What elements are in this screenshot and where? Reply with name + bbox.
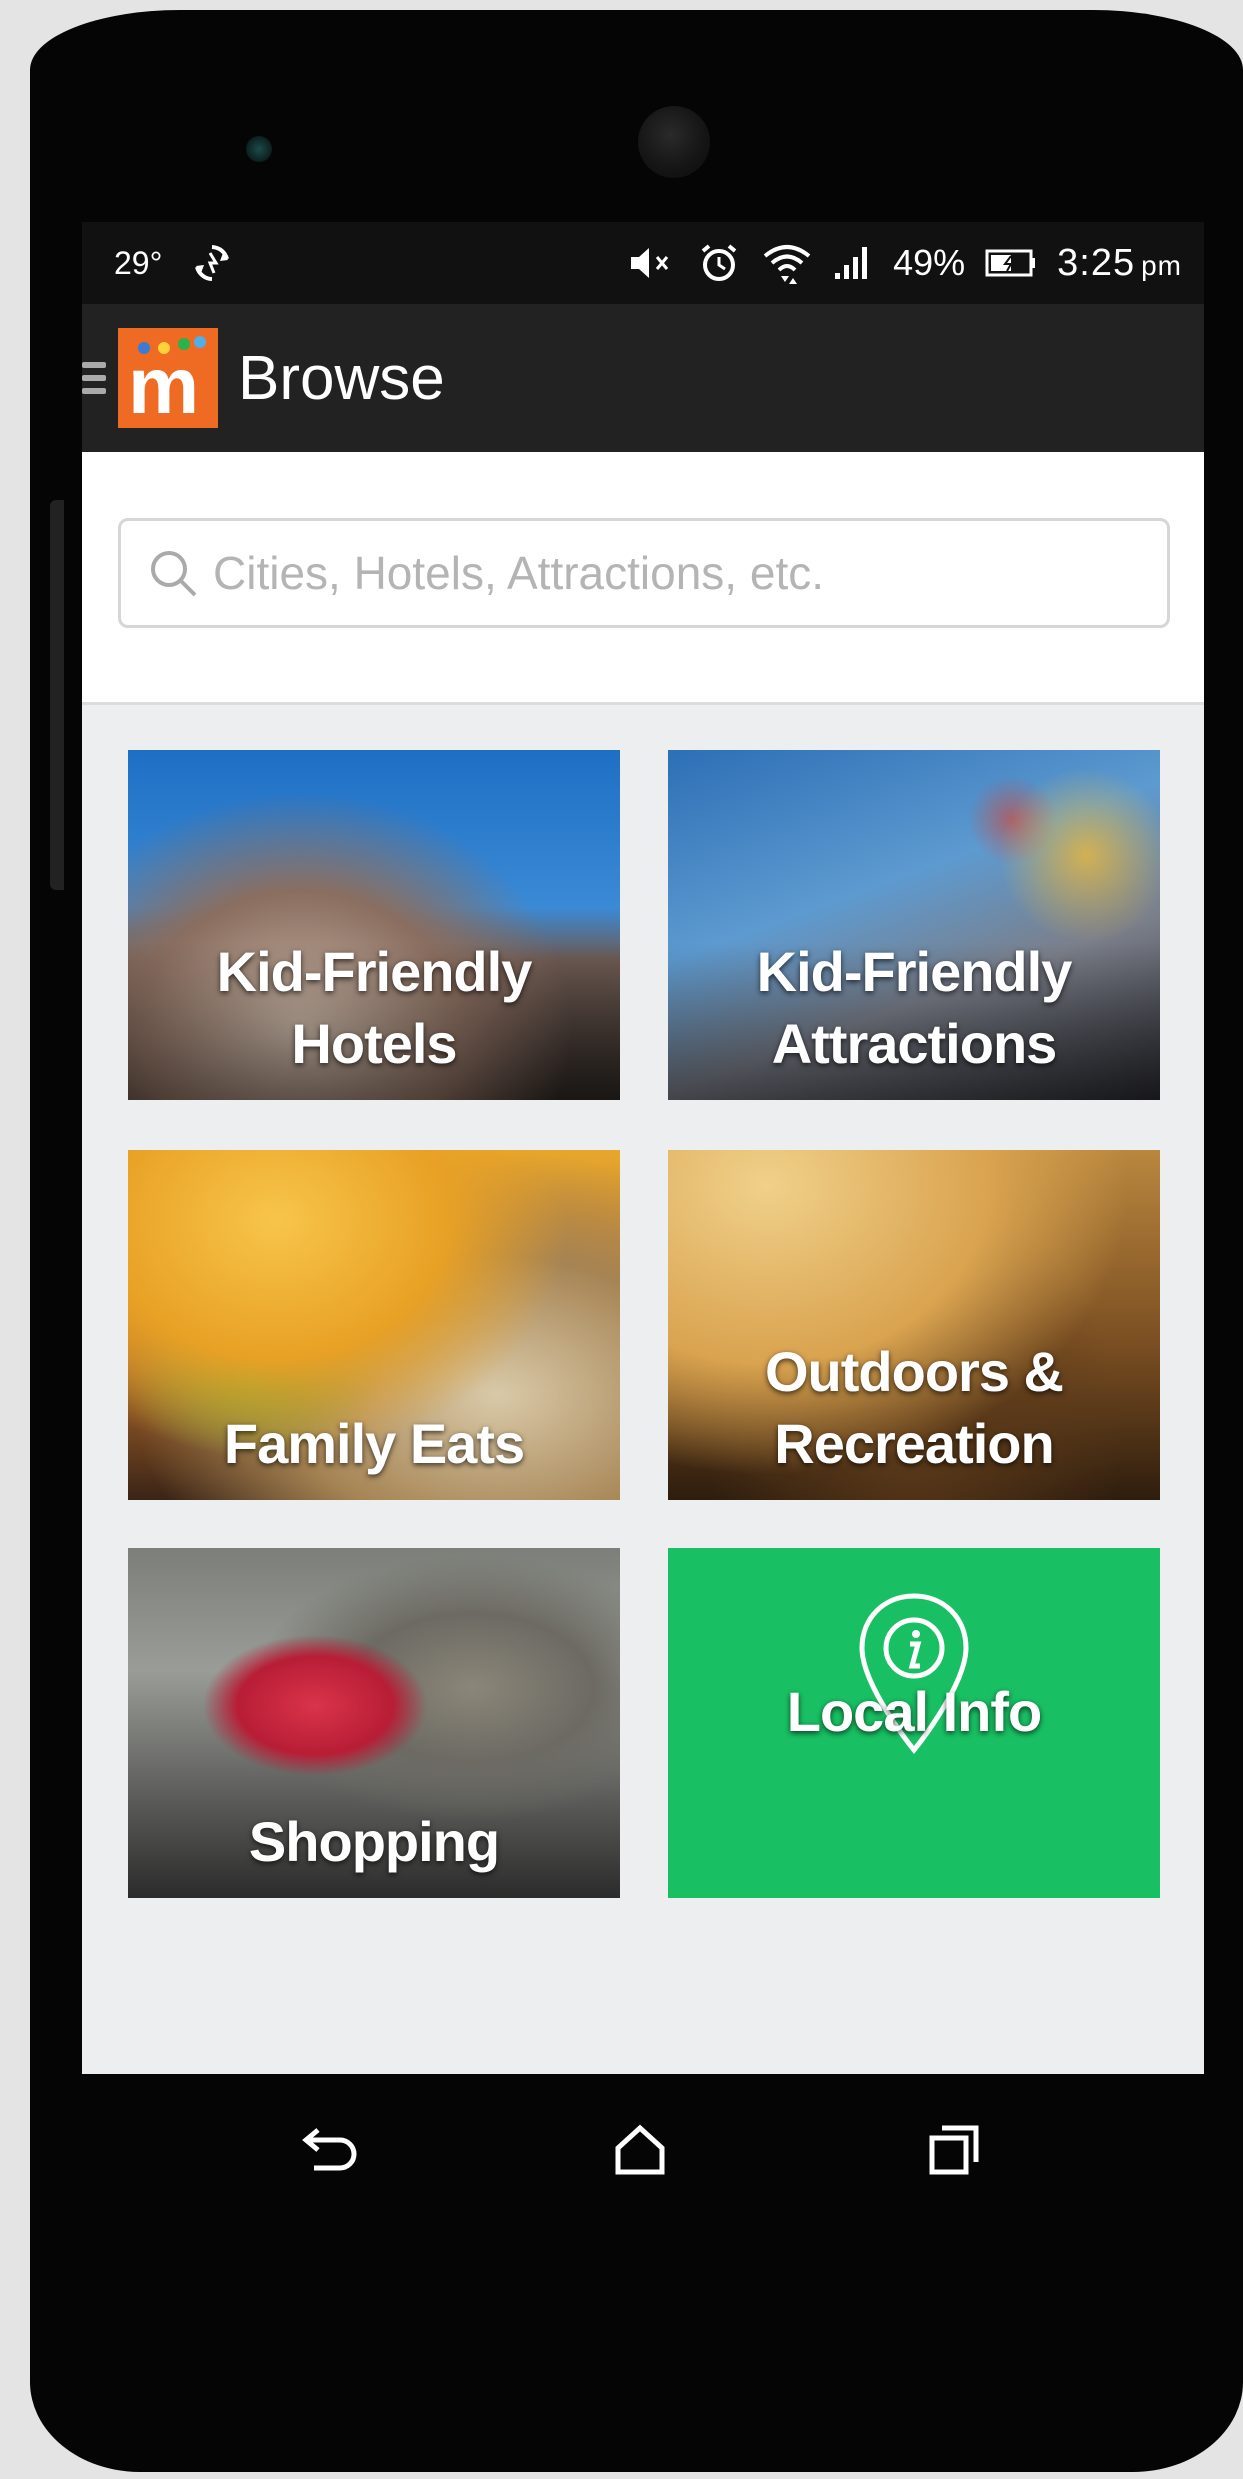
app-bar: m Browse xyxy=(82,304,1204,452)
tile-kid-friendly-attractions[interactable]: Kid-Friendly Attractions xyxy=(668,750,1160,1100)
tile-label: Kid-Friendly Hotels xyxy=(216,936,533,1080)
volume-button xyxy=(50,500,64,890)
home-icon[interactable] xyxy=(612,2122,668,2178)
search-icon xyxy=(151,551,197,597)
tile-family-eats[interactable]: Family Eats xyxy=(128,1150,620,1500)
tile-shopping[interactable]: Shopping xyxy=(128,1548,620,1898)
front-camera xyxy=(638,106,710,178)
proximity-sensor xyxy=(246,136,272,162)
tile-outdoors-recreation[interactable]: Outdoors & Recreation xyxy=(668,1150,1160,1500)
back-icon[interactable] xyxy=(300,2122,364,2178)
app-logo[interactable]: m xyxy=(118,328,218,428)
clock: 3:25 pm xyxy=(1057,242,1182,285)
clock-ampm: pm xyxy=(1141,249,1182,281)
alarm-icon xyxy=(701,244,737,281)
logo-letter: m xyxy=(128,341,200,430)
tile-label: Outdoors & Recreation xyxy=(765,1336,1064,1480)
search-area xyxy=(82,452,1204,705)
tile-label-line1: Local Info xyxy=(786,1680,1042,1743)
tile-label: Shopping xyxy=(248,1806,500,1878)
status-bar: 29° 49% 3:25 pm xyxy=(82,222,1204,304)
tile-label-line1: Outdoors & xyxy=(765,1340,1064,1403)
tile-label-line2: Hotels xyxy=(291,1012,457,1075)
tile-kid-friendly-hotels[interactable]: Kid-Friendly Hotels xyxy=(128,750,620,1100)
tile-label: Kid-Friendly Attractions xyxy=(756,936,1073,1080)
menu-icon[interactable] xyxy=(82,362,106,394)
tile-label-line1: Kid-Friendly xyxy=(216,940,533,1003)
search-input[interactable] xyxy=(211,545,1115,601)
temperature: 29° xyxy=(114,244,163,281)
recents-icon[interactable] xyxy=(926,2122,982,2178)
wifi-icon xyxy=(763,245,811,284)
tile-local-info[interactable]: Local Info xyxy=(668,1548,1160,1898)
tile-label-line1: Kid-Friendly xyxy=(756,940,1073,1003)
page-title: Browse xyxy=(238,343,445,413)
tile-label: Family Eats xyxy=(223,1408,525,1480)
clock-time: 3:25 xyxy=(1057,241,1136,284)
tile-label-line2: Attractions xyxy=(771,1012,1058,1075)
battery-percent: 49% xyxy=(893,242,966,283)
tile-label-line2: Recreation xyxy=(774,1412,1054,1475)
sync-icon xyxy=(195,245,230,281)
tile-label-line1: Family Eats xyxy=(223,1412,525,1475)
battery-icon xyxy=(985,249,1036,277)
tile-label: Local Info xyxy=(786,1676,1042,1748)
signal-icon xyxy=(835,247,868,279)
search-box[interactable] xyxy=(118,518,1170,628)
mute-icon xyxy=(631,248,669,278)
browse-content: Kid-Friendly Hotels Kid-Friendly Attract… xyxy=(82,452,1204,2074)
tile-label-line1: Shopping xyxy=(248,1810,500,1873)
